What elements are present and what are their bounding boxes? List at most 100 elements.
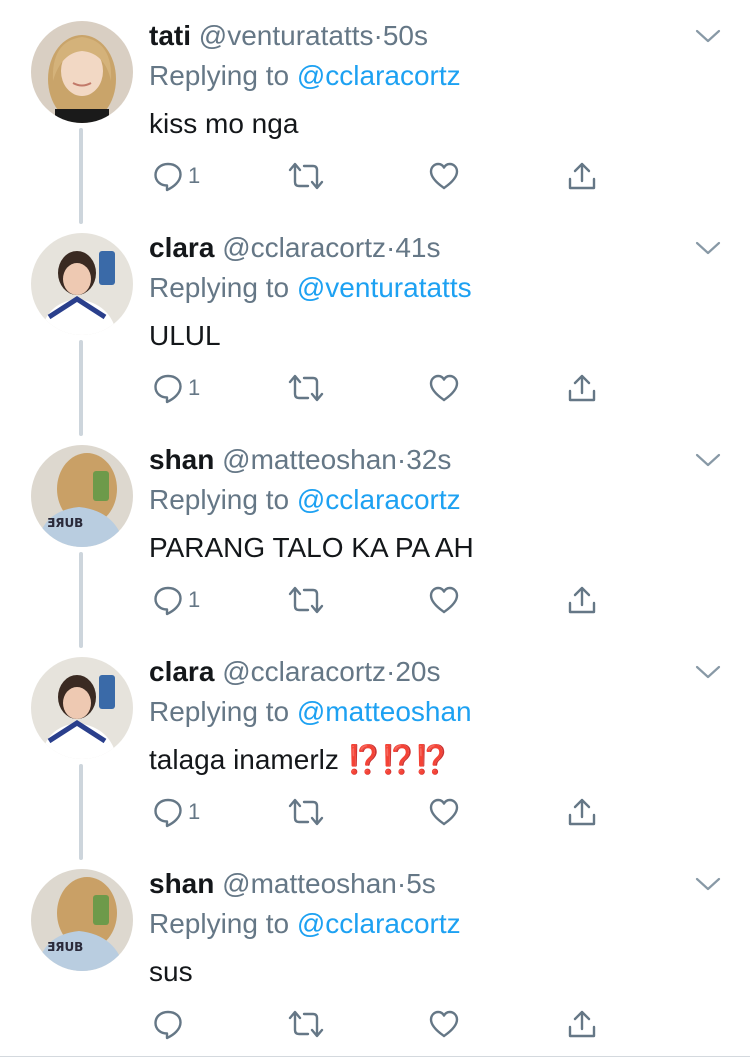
share-icon [568,1010,596,1038]
display-name[interactable]: shan [149,444,214,475]
tweet-header: shan @matteoshan·32s [149,442,451,478]
user-handle[interactable]: @matteoshan [222,444,397,475]
display-name[interactable]: tati [149,20,191,51]
reply-icon [154,162,182,192]
display-name[interactable]: clara [149,656,214,687]
separator-dot: · [385,232,396,263]
mention-link[interactable]: @venturatatts [297,272,472,303]
tweet-text: talaga inamerlz ⁉️⁉️⁉️ [149,740,450,780]
chevron-down-icon[interactable] [694,874,722,894]
tweet-header: clara @cclaracortz·41s [149,230,440,266]
mention-link[interactable]: @cclaracortz [297,484,461,515]
like-button[interactable] [428,368,460,408]
retweet-button[interactable] [287,580,325,620]
tweet[interactable]: ƎЯUB shan @matteoshan·32s Replying to @c… [0,424,750,636]
display-name[interactable]: clara [149,232,214,263]
reply-icon [154,1010,182,1040]
user-handle[interactable]: @cclaracortz [222,232,386,263]
avatar-clara[interactable] [31,233,133,335]
timestamp[interactable]: 32s [406,444,451,475]
reply-icon [154,586,182,616]
replying-to-label: Replying to [149,272,290,303]
timestamp[interactable]: 20s [395,656,440,687]
share-button[interactable] [566,156,598,196]
replying-to-label: Replying to [149,484,290,515]
chevron-down-icon[interactable] [694,238,722,258]
replying-to-label: Replying to [149,908,290,939]
share-icon [568,798,596,826]
tweet[interactable]: ƎЯUB shan @matteoshan·5s Replying to @cc… [0,848,750,1060]
reply-count: 1 [188,163,201,188]
retweet-button[interactable] [287,156,325,196]
tweet[interactable]: tati @venturatatts·50s Replying to @ccla… [0,0,750,212]
mention-link[interactable]: @cclaracortz [297,60,461,91]
bottom-divider [0,1056,750,1057]
user-handle[interactable]: @venturatatts [199,20,374,51]
tweet-header: clara @cclaracortz·20s [149,654,440,690]
chevron-down-icon[interactable] [694,662,722,682]
reply-icon [154,798,182,828]
mention-link[interactable]: @cclaracortz [297,908,461,939]
reply-count: 1 [188,587,201,612]
share-icon [568,162,596,190]
share-button[interactable] [566,792,598,832]
avatar-shan[interactable]: ƎЯUB [31,445,133,547]
retweet-button[interactable] [287,1004,325,1044]
like-button[interactable] [428,156,460,196]
reply-button[interactable] [152,1004,188,1044]
replying-to: Replying to @cclaracortz [149,58,461,94]
mention-link[interactable]: @matteoshan [297,696,472,727]
tweet[interactable]: clara @cclaracortz·41s Replying to @vent… [0,212,750,424]
heart-icon [429,586,459,614]
replying-to: Replying to @matteoshan [149,694,472,730]
svg-text:ƎЯUB: ƎЯUB [47,516,83,530]
tweet-text-content: PARANG TALO KA PA AH [149,532,474,563]
share-icon [568,374,596,402]
exclamation-question-emoji: ⁉️⁉️⁉️ [346,744,450,775]
tweet-text: sus [149,952,193,992]
heart-icon [429,798,459,826]
reply-button[interactable]: 1 [152,368,200,408]
reply-button[interactable]: 1 [152,792,200,832]
chevron-down-icon[interactable] [694,450,722,470]
like-button[interactable] [428,580,460,620]
heart-icon [429,374,459,402]
user-handle[interactable]: @cclaracortz [222,656,386,687]
share-button[interactable] [566,1004,598,1044]
share-icon [568,586,596,614]
chevron-down-icon[interactable] [694,26,722,46]
timestamp[interactable]: 50s [383,20,428,51]
timestamp[interactable]: 41s [395,232,440,263]
separator-dot: · [396,444,407,475]
tweet-actions: 1 [0,580,750,620]
replying-to: Replying to @cclaracortz [149,906,461,942]
user-handle[interactable]: @matteoshan [222,868,397,899]
display-name[interactable]: shan [149,868,214,899]
reply-button[interactable]: 1 [152,580,200,620]
avatar-clara[interactable] [31,657,133,759]
retweet-icon [288,1010,324,1038]
reply-icon [154,374,182,404]
like-button[interactable] [428,792,460,832]
avatar-tati[interactable] [31,21,133,123]
tweet-text: kiss mo nga [149,104,298,144]
separator-dot: · [373,20,383,51]
tweet-text-content: ULUL [149,320,221,351]
svg-text:ƎЯUB: ƎЯUB [47,940,83,954]
avatar-shan[interactable]: ƎЯUB [31,869,133,971]
tweet-header: tati @venturatatts·50s [149,18,428,54]
replying-to: Replying to @venturatatts [149,270,472,306]
replying-to: Replying to @cclaracortz [149,482,461,518]
reply-button[interactable]: 1 [152,156,200,196]
share-button[interactable] [566,368,598,408]
share-button[interactable] [566,580,598,620]
tweet-thread: tati @venturatatts·50s Replying to @ccla… [0,0,750,1059]
like-button[interactable] [428,1004,460,1044]
timestamp[interactable]: 5s [406,868,436,899]
tweet-text-content: sus [149,956,193,987]
retweet-button[interactable] [287,792,325,832]
reply-count: 1 [188,799,201,824]
retweet-button[interactable] [287,368,325,408]
tweet-actions: 1 [0,792,750,832]
tweet[interactable]: clara @cclaracortz·20s Replying to @matt… [0,636,750,848]
